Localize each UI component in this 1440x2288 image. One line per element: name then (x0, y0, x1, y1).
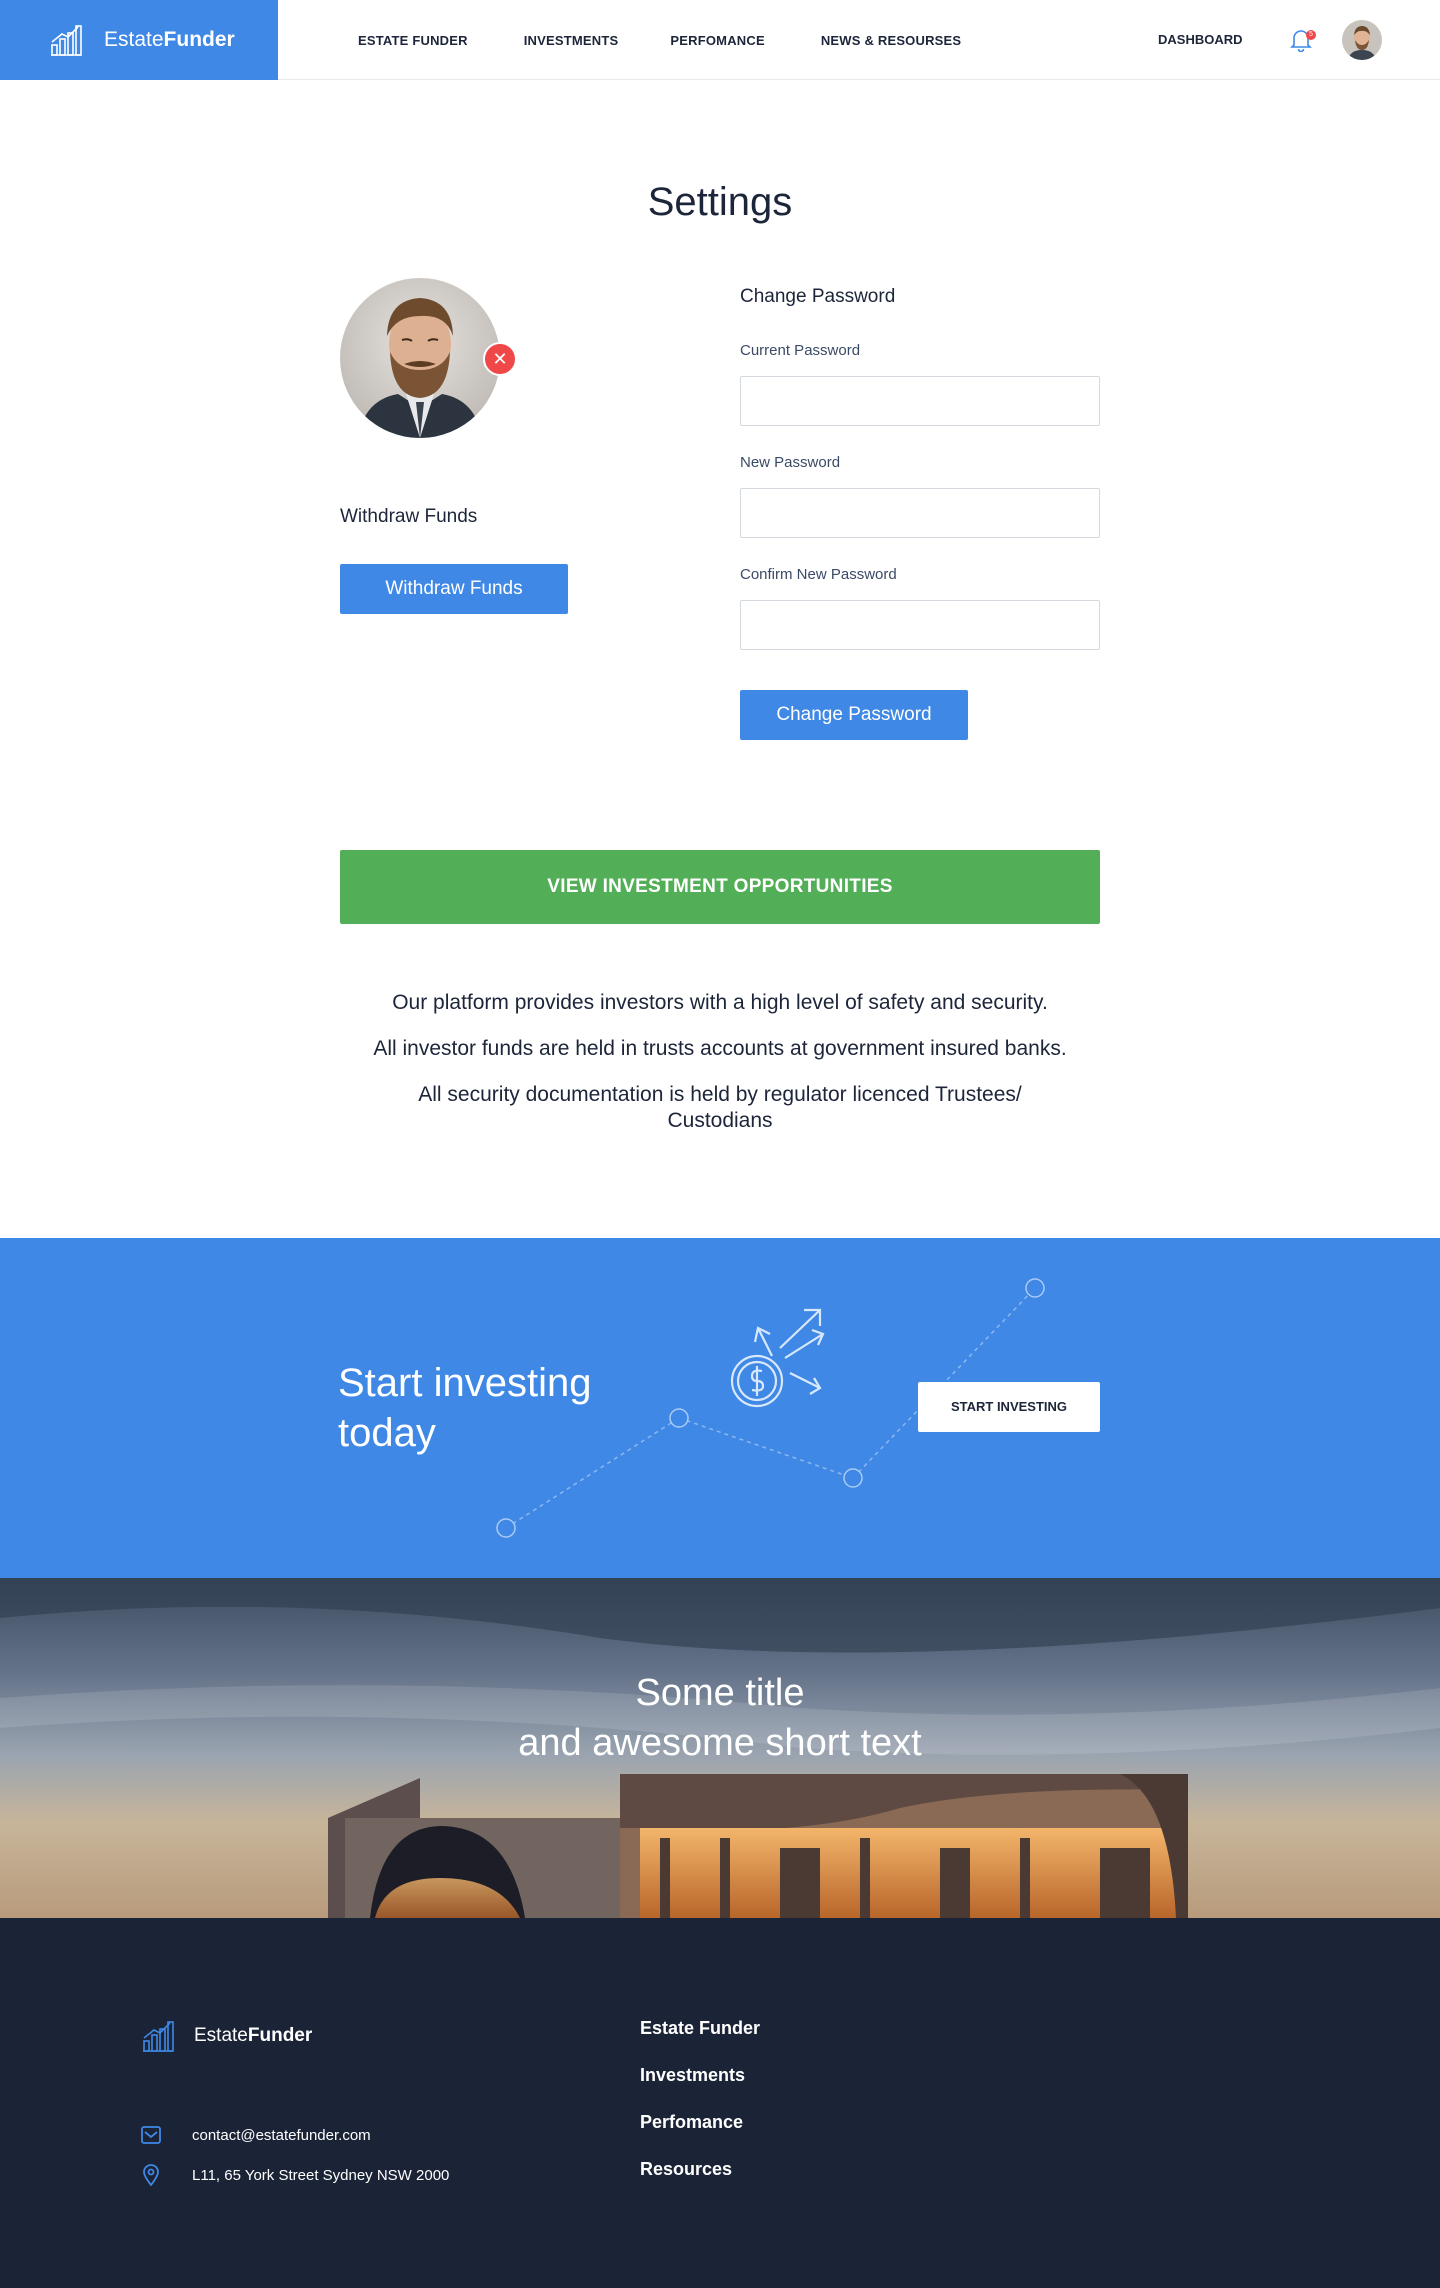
footer-link-estate-funder[interactable]: Estate Funder (640, 2018, 760, 2039)
footer-brand[interactable]: EstateFunder (140, 2018, 312, 2054)
user-avatar[interactable] (1342, 20, 1382, 60)
footer-link-performance[interactable]: Perfomance (640, 2112, 760, 2133)
new-password-label: New Password (740, 454, 841, 471)
logo-chart-icon (143, 2021, 174, 2052)
footer-brand-name: EstateFunder (194, 2025, 313, 2046)
logo-chart-icon (51, 25, 82, 56)
hero-image-section: Some title and awesome short text (0, 1578, 1440, 1918)
location-pin-icon (140, 2164, 162, 2186)
new-password-input[interactable] (740, 488, 1100, 538)
footer-email-text: contact@estatefunder.com (192, 2126, 371, 2144)
notification-badge: 5 (1306, 30, 1316, 40)
nav-performance[interactable]: PERFOMANCE (670, 33, 764, 48)
profile-photo-section: ✕ (340, 278, 517, 438)
remove-photo-button[interactable]: ✕ (483, 342, 517, 376)
nav-news-resources[interactable]: NEWS & RESOURSES (821, 33, 961, 48)
footer: EstateFunder contact@estatefunder.com L1… (0, 1918, 1440, 2288)
footer-address-text: L11, 65 York Street Sydney NSW 2000 (192, 2166, 450, 2184)
change-password-button[interactable]: Change Password (740, 690, 968, 740)
footer-link-investments[interactable]: Investments (640, 2065, 760, 2086)
withdraw-funds-button[interactable]: Withdraw Funds (340, 564, 568, 614)
info-line-2: All investor funds are held in trusts ac… (373, 1037, 1067, 1060)
footer-address: L11, 65 York Street Sydney NSW 2000 (140, 2164, 449, 2186)
profile-photo[interactable] (340, 278, 500, 438)
mail-icon (140, 2124, 162, 2146)
start-investing-button[interactable]: START INVESTING (918, 1382, 1100, 1432)
current-password-label: Current Password (740, 342, 861, 359)
start-investing-band: Start investing today START INVESTING (0, 1238, 1440, 1578)
info-line-1: Our platform provides investors with a h… (392, 991, 1048, 1014)
money-arrows-icon (730, 1308, 825, 1408)
top-header: EstateFunder ESTATE FUNDER INVESTMENTS P… (0, 0, 1440, 80)
nav-investments[interactable]: INVESTMENTS (524, 33, 619, 48)
confirm-password-label: Confirm New Password (740, 566, 897, 583)
change-password-heading: Change Password (740, 286, 896, 307)
page-title: Settings (647, 180, 793, 224)
view-investment-opportunities-button[interactable]: VIEW INVESTMENT OPPORTUNITIES (340, 850, 1100, 924)
hero-title: Some title (635, 1672, 805, 1714)
band-title: Start investing today (338, 1361, 592, 1455)
footer-email[interactable]: contact@estatefunder.com (140, 2124, 371, 2146)
notifications-button[interactable]: 5 (1290, 28, 1316, 54)
withdraw-funds-heading: Withdraw Funds (340, 506, 478, 527)
nav-estate-funder[interactable]: ESTATE FUNDER (358, 33, 468, 48)
main-nav: ESTATE FUNDER INVESTMENTS PERFOMANCE NEW… (358, 0, 1017, 80)
footer-links: Estate Funder Investments Perfomance Res… (640, 2018, 760, 2206)
brand-logo[interactable]: EstateFunder (0, 0, 278, 80)
hero-subtitle: and awesome short text (518, 1722, 922, 1764)
current-password-input[interactable] (740, 376, 1100, 426)
confirm-password-input[interactable] (740, 600, 1100, 650)
footer-link-resources[interactable]: Resources (640, 2159, 760, 2180)
info-line-3: All security documentation is held by re… (418, 1083, 1022, 1132)
nav-dashboard[interactable]: DASHBOARD (1158, 32, 1243, 47)
close-icon: ✕ (492, 349, 508, 369)
hero-text: Some title and awesome short text (0, 1668, 1440, 1768)
brand-name: EstateFunder (104, 28, 235, 51)
band-decoration (496, 1278, 1045, 1538)
